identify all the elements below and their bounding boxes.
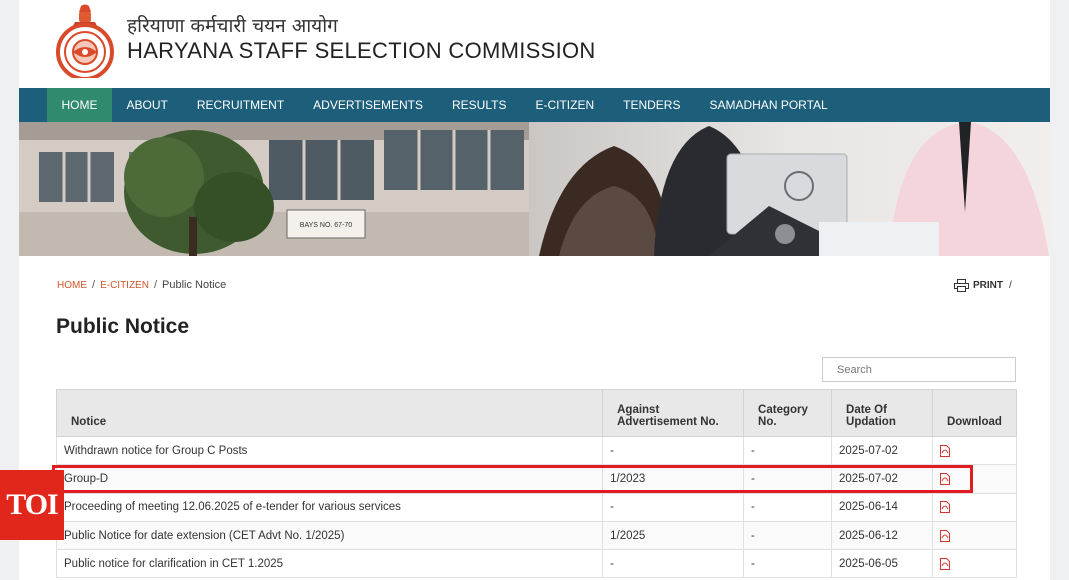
cell-notice[interactable]: Public notice for clarification in CET 1… [55,549,604,579]
nav-results[interactable]: RESULTS [437,88,520,122]
print-separator: / [1009,280,1012,291]
cell-date: 2025-07-02 [831,464,933,494]
print-button[interactable]: PRINT / [954,279,1012,292]
table-row: Public notice for clarification in CET 1… [55,549,1018,579]
notice-table: Notice Against Advertisement No. Categor… [55,389,1018,579]
page: हरियाणा कर्मचारी चयन आयोग HARYANA STAFF … [19,0,1050,580]
pdf-icon[interactable] [939,501,950,514]
banner-sign-text: BAYS NO. 67-70 [300,222,353,229]
nav-home[interactable]: HOME [47,88,112,122]
site-header: हरियाणा कर्मचारी चयन आयोग HARYANA STAFF … [19,0,1050,88]
cell-notice[interactable]: Group-D [55,464,604,494]
cell-date: 2025-06-14 [831,492,933,522]
nav-recruitment[interactable]: RECRUITMENT [182,88,298,122]
header-advertisement-no[interactable]: Against Advertisement No. [602,389,745,437]
cell-notice[interactable]: Proceeding of meeting 12.06.2025 of e-te… [55,492,604,522]
print-label: PRINT [973,280,1003,291]
main-nav: HOME ABOUT RECRUITMENT ADVERTISEMENTS RE… [19,88,1050,122]
toi-watermark-logo: TOI [0,470,64,540]
cell-advertisement-no: - [602,435,745,466]
nav-samadhan-portal[interactable]: SAMADHAN PORTAL [695,88,842,122]
cell-category-no: - [743,520,833,551]
table-row: Public Notice for date extension (CET Ad… [55,520,1018,551]
cell-category-no: - [743,549,833,579]
table-header-row: Notice Against Advertisement No. Categor… [55,389,1018,437]
cell-download [931,549,1018,579]
cell-download [931,435,1018,466]
nav-tenders[interactable]: TENDERS [609,88,695,122]
cell-advertisement-no: - [602,549,745,579]
printer-icon [954,279,969,292]
site-title-hindi: हरियाणा कर्मचारी चयन आयोग [127,15,338,37]
header-category-no[interactable]: Category No. [743,389,833,437]
breadcrumb-separator: / [153,279,158,291]
cell-notice[interactable]: Public Notice for date extension (CET Ad… [55,520,604,551]
nav-about[interactable]: ABOUT [112,88,182,122]
site-title-english: HARYANA STAFF SELECTION COMMISSION [127,38,596,63]
pdf-icon[interactable] [939,444,950,457]
breadcrumb-current: Public Notice [162,279,227,291]
cell-category-no: - [743,435,833,466]
breadcrumb: HOME / E-CITIZEN / Public Notice [57,279,226,291]
cell-date: 2025-06-12 [831,520,933,551]
pdf-icon[interactable] [939,472,950,485]
nav-advertisements[interactable]: ADVERTISEMENTS [299,88,438,122]
pdf-icon[interactable] [939,529,950,542]
banner-image: BAYS NO. 67-70 [19,122,1050,256]
pdf-icon[interactable] [939,557,950,570]
table-row: Group-D 1/2023 - 2025-07-02 [55,464,1018,494]
breadcrumb-ecitizen[interactable]: E-CITIZEN [100,280,149,291]
cell-category-no: - [743,464,833,494]
header-download[interactable]: Download [931,389,1018,437]
haryana-emblem-icon[interactable] [55,4,115,78]
header-notice[interactable]: Notice [55,389,604,437]
cell-download [931,520,1018,551]
cell-advertisement-no: 1/2025 [602,520,745,551]
hero-banner: BAYS NO. 67-70 [19,122,1050,256]
search-input[interactable] [822,357,1016,382]
cell-download [931,464,1018,494]
table-row: Proceeding of meeting 12.06.2025 of e-te… [55,492,1018,522]
breadcrumb-home[interactable]: HOME [57,280,87,291]
nav-ecitizen[interactable]: E-CITIZEN [521,88,609,122]
cell-download [931,492,1018,522]
cell-date: 2025-06-05 [831,549,933,579]
cell-notice[interactable]: Withdrawn notice for Group C Posts [55,435,604,466]
table-row: Withdrawn notice for Group C Posts - - 2… [55,435,1018,466]
breadcrumb-separator: / [92,279,96,291]
header-date[interactable]: Date Of Updation [831,389,933,437]
cell-advertisement-no: 1/2023 [602,464,745,494]
cell-category-no: - [743,492,833,522]
cell-date: 2025-07-02 [831,435,933,466]
page-title: Public Notice [56,315,190,338]
cell-advertisement-no: - [602,492,745,522]
